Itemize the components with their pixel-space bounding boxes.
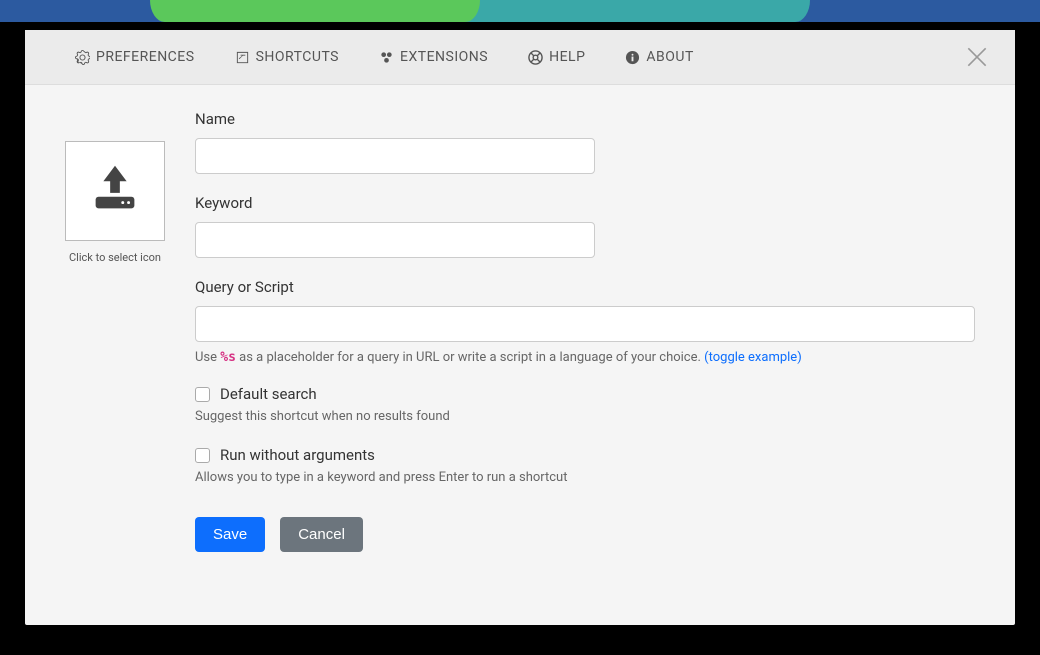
run-without-args-checkbox[interactable] (195, 448, 210, 463)
help-icon (528, 50, 543, 65)
name-input[interactable] (195, 138, 595, 174)
cancel-button[interactable]: Cancel (280, 517, 363, 552)
tab-preferences[interactable]: PREFERENCES (55, 30, 215, 84)
page-banner (0, 0, 1040, 22)
tab-label: PREFERENCES (96, 49, 195, 65)
tab-help[interactable]: HELP (508, 30, 605, 84)
query-label: Query or Script (195, 278, 975, 296)
default-search-checkbox[interactable] (195, 387, 210, 402)
tab-label: HELP (549, 49, 585, 65)
keyword-field-group: Keyword (195, 194, 975, 258)
default-search-hint: Suggest this shortcut when no results fo… (195, 409, 975, 424)
banner-shape (150, 0, 480, 22)
query-input[interactable] (195, 306, 975, 342)
tab-about[interactable]: ABOUT (605, 30, 713, 84)
info-icon (625, 50, 640, 65)
upload-icon (84, 158, 146, 224)
run-without-args-label: Run without arguments (220, 446, 375, 464)
default-search-group: Default search Suggest this shortcut whe… (195, 385, 975, 424)
external-link-icon (235, 50, 250, 65)
puzzle-icon (379, 50, 394, 65)
hint-text: as a placeholder for a query in URL or w… (236, 350, 704, 365)
preferences-modal: PREFERENCES SHORTCUTS EXTENSIONS HELP (25, 30, 1015, 625)
tab-label: ABOUT (646, 49, 693, 65)
tab-label: EXTENSIONS (400, 49, 488, 65)
hint-text: Use (195, 350, 220, 365)
close-button[interactable] (964, 44, 990, 70)
form-column: Name Keyword Query or Script Use %s as a… (195, 110, 975, 600)
icon-picker[interactable] (65, 141, 165, 241)
tab-label: SHORTCUTS (256, 49, 339, 65)
icon-column: Click to select icon (65, 110, 165, 600)
gear-icon (75, 50, 90, 65)
banner-shape (430, 0, 810, 22)
placeholder-token: %s (220, 350, 236, 365)
toggle-example-link[interactable]: (toggle example) (704, 350, 802, 365)
run-without-args-hint: Allows you to type in a keyword and pres… (195, 470, 975, 485)
run-without-args-group: Run without arguments Allows you to type… (195, 446, 975, 485)
tab-shortcuts[interactable]: SHORTCUTS (215, 30, 359, 84)
save-button[interactable]: Save (195, 517, 265, 552)
default-search-label: Default search (220, 385, 317, 403)
keyword-label: Keyword (195, 194, 975, 212)
keyword-input[interactable] (195, 222, 595, 258)
query-field-group: Query or Script Use %s as a placeholder … (195, 278, 975, 365)
tab-extensions[interactable]: EXTENSIONS (359, 30, 508, 84)
tab-bar: PREFERENCES SHORTCUTS EXTENSIONS HELP (25, 30, 1015, 85)
name-label: Name (195, 110, 975, 128)
form-content: Click to select icon Name Keyword Query … (25, 85, 1015, 625)
name-field-group: Name (195, 110, 975, 174)
button-row: Save Cancel (195, 517, 975, 552)
query-hint: Use %s as a placeholder for a query in U… (195, 350, 975, 365)
icon-picker-hint: Click to select icon (69, 251, 161, 264)
